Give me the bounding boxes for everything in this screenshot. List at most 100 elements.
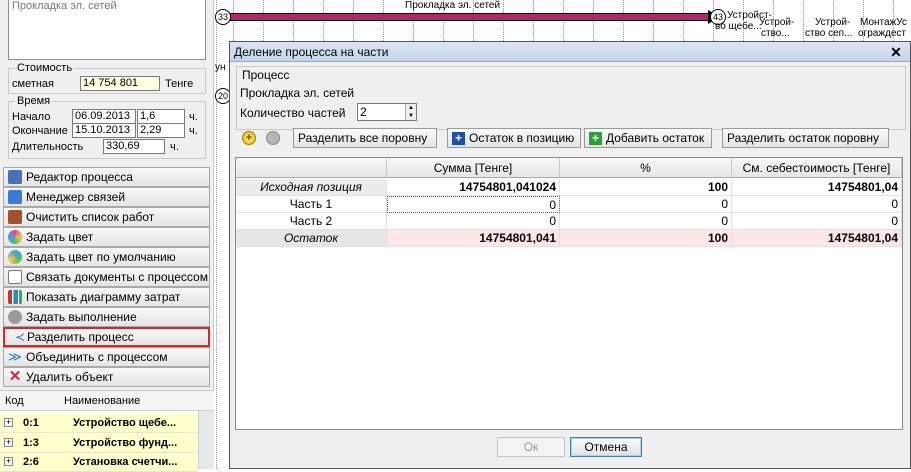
table-cell-cost: 0 <box>732 213 902 230</box>
start-date-field[interactable]: 06.09.2013 <box>72 109 136 124</box>
table-cell-sum-editable[interactable]: 0 <box>387 213 560 230</box>
works-tree: Код Наименование + 0:1 Устройство щебе..… <box>0 390 214 472</box>
table-header-corner <box>236 158 387 178</box>
tree-row[interactable]: + 2:6 Установка счетчи... <box>0 453 198 472</box>
expand-icon[interactable]: + <box>4 457 13 466</box>
table-cell-cost: 14754801,04 <box>732 179 902 196</box>
tree-col-name[interactable]: Наименование <box>64 395 140 407</box>
process-editor-label: Редактор процесса <box>26 170 133 184</box>
tree-row-name: Устройство фунд... <box>73 437 178 449</box>
cost-label: сметная <box>12 78 55 90</box>
progress-icon <box>8 310 22 324</box>
ok-button[interactable]: Ок <box>497 437 565 457</box>
add-remainder-button[interactable]: + Добавить остаток <box>584 128 712 148</box>
delete-object-button[interactable]: ✕ Удалить объект <box>3 367 210 387</box>
dialog-title: Деление процесса на части <box>234 45 389 59</box>
link-documents-label: Связать документы с процессом <box>26 270 208 284</box>
bar-chart-icon <box>8 290 22 304</box>
set-color-label: Задать цвет <box>26 230 94 244</box>
process-editor-icon <box>8 170 22 184</box>
cost-chart-label: Показать диаграмму затрат <box>26 290 181 304</box>
plus-blue-icon: + <box>452 131 465 145</box>
split-process-button[interactable]: ≺ Разделить процесс <box>3 327 210 347</box>
set-default-color-label: Задать цвет по умолчанию <box>26 250 176 264</box>
cost-group-title: Стоимость <box>15 62 75 74</box>
gantt-task-bar[interactable] <box>227 13 712 21</box>
broom-icon <box>8 210 22 224</box>
palette-icon <box>8 230 22 244</box>
table-row-header[interactable]: Остаток <box>236 230 387 247</box>
spin-arrows-icon[interactable]: ▲ ▼ <box>405 104 416 120</box>
parts-count-value: 2 <box>360 105 367 119</box>
split-all-equally-button[interactable]: Разделить все поровну <box>293 128 437 148</box>
time-group-title: Время <box>15 95 53 107</box>
gantt-bar-label: Прокладка эл. сетей <box>405 0 501 11</box>
links-manager-button[interactable]: Менеджер связей <box>3 187 210 207</box>
process-editor-button[interactable]: Редактор процесса <box>3 167 210 187</box>
set-progress-label: Задать выполнение <box>26 310 137 324</box>
table-cell-percent: 100 <box>560 179 732 196</box>
start-unit: ч. <box>189 111 198 123</box>
table-header-cost[interactable]: См. себестоимость [Тенге] <box>732 158 902 178</box>
process-name: Прокладка эл. сетей <box>240 86 355 100</box>
tree-col-code[interactable]: Код <box>5 395 24 407</box>
process-group-title: Процесс <box>242 68 290 82</box>
table-cell-sum-editable[interactable]: 0 <box>387 196 560 213</box>
tree-row-name: Установка счетчи... <box>73 456 178 468</box>
end-date-field[interactable]: 15.10.2013 <box>72 123 136 138</box>
cost-value-field[interactable]: 14 754 801 <box>80 76 160 91</box>
tree-row-name: Устройство щебе... <box>73 417 177 429</box>
merge-process-button[interactable]: ≫ Объединить с процессом <box>3 347 210 367</box>
palette-default-icon <box>8 250 22 264</box>
table-header-percent[interactable]: % <box>560 158 732 178</box>
split-process-dialog: Деление процесса на части ✕ Процесс Прок… <box>229 41 911 469</box>
table-cell-percent-editable[interactable]: 0 <box>560 213 732 230</box>
process-name-textarea[interactable]: Прокладка эл. сетей <box>8 0 206 60</box>
duration-label: Длительность <box>12 141 84 153</box>
end-hours-field[interactable]: 2,29 <box>137 123 185 138</box>
table-header-sum[interactable]: Сумма [Тенге] <box>387 158 560 178</box>
gantt-task-label: ство... <box>761 28 790 39</box>
link-documents-button[interactable]: Связать документы с процессом <box>3 267 210 287</box>
process-name-text: Прокладка эл. сетей <box>12 0 117 12</box>
expand-icon[interactable]: + <box>4 438 13 447</box>
table-row-header[interactable]: Исходная позиция <box>236 179 387 196</box>
cost-chart-button[interactable]: Показать диаграмму затрат <box>3 287 210 307</box>
table-cell-cost: 14754801,04 <box>732 230 902 247</box>
remainder-to-position-button[interactable]: + Остаток в позицию <box>447 128 581 148</box>
set-progress-button[interactable]: Задать выполнение <box>3 307 210 327</box>
table-cell-sum: 14754801,041 <box>387 230 560 247</box>
tree-scrollbar[interactable] <box>198 411 214 469</box>
duration-unit: ч. <box>170 141 179 153</box>
table-cell-cost: 0 <box>732 196 902 213</box>
set-color-button[interactable]: Задать цвет <box>3 227 210 247</box>
tree-row[interactable]: + 1:3 Устройство фунд... <box>0 434 198 453</box>
remove-part-icon[interactable] <box>266 131 280 145</box>
tree-row[interactable]: + 0:1 Устройство щебе... <box>0 414 198 433</box>
start-hours-field[interactable]: 1,6 <box>137 109 185 124</box>
plus-green-icon: + <box>589 131 602 145</box>
gantt-task-label: ство сеп... <box>805 28 853 39</box>
add-part-icon[interactable]: + <box>242 131 256 145</box>
set-default-color-button[interactable]: Задать цвет по умолчанию <box>3 247 210 267</box>
start-label: Начало <box>12 111 51 123</box>
split-remainder-equally-label: Разделить остаток поровну <box>727 131 880 145</box>
cancel-button[interactable]: Отмена <box>570 437 642 457</box>
close-icon[interactable]: ✕ <box>888 44 904 60</box>
expand-icon[interactable]: + <box>4 418 13 427</box>
tree-row-code: 2:6 <box>23 456 39 468</box>
gantt-node[interactable]: 33 <box>215 9 231 25</box>
table-row-header[interactable]: Часть 1 <box>236 196 387 213</box>
gantt-task-label: ограждест <box>858 28 906 39</box>
clear-works-button[interactable]: Очистить список работ <box>3 207 210 227</box>
split-icon: ≺ <box>15 330 26 344</box>
merge-icon: ≫ <box>8 349 22 364</box>
duration-field[interactable]: 330,69 <box>103 139 165 154</box>
table-row-header[interactable]: Часть 2 <box>236 213 387 230</box>
dialog-titlebar[interactable]: Деление процесса на части ✕ <box>230 42 910 62</box>
table-cell-percent: 100 <box>560 230 732 247</box>
table-cell-percent-editable[interactable]: 0 <box>560 196 732 213</box>
parts-count-stepper[interactable]: 2 ▲ ▼ <box>357 103 417 121</box>
split-remainder-equally-button[interactable]: Разделить остаток поровну <box>722 128 889 148</box>
end-label: Окончание <box>12 125 68 137</box>
